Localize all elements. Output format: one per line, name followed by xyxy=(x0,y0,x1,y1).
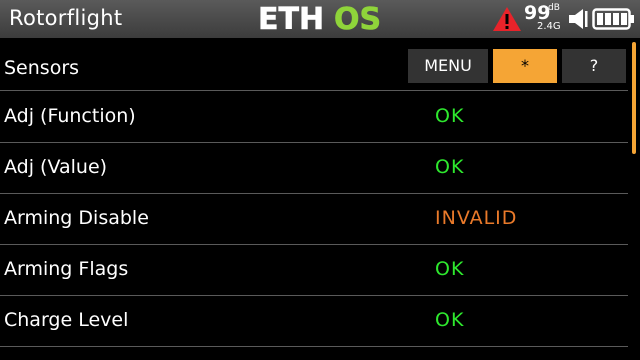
rssi-unit: dB xyxy=(548,3,560,13)
sensor-row[interactable]: Adj (Value) OK xyxy=(0,143,628,194)
battery-icon[interactable] xyxy=(592,7,636,31)
menu-button[interactable]: MENU xyxy=(408,49,488,83)
ethos-logo: ETH OS xyxy=(258,3,381,33)
sensor-row[interactable]: Charge Level OK xyxy=(0,296,628,347)
speaker-icon[interactable] xyxy=(566,7,592,31)
sensors-header-row: Sensors MENU * ? xyxy=(0,38,628,91)
top-bar: Rotorflight ETH OS 99 dB 2.4G xyxy=(0,0,640,38)
help-button[interactable]: ? xyxy=(562,49,626,83)
scrollbar[interactable] xyxy=(632,42,636,154)
sensor-label: Adj (Function) xyxy=(4,105,136,127)
sensor-label: Adj (Value) xyxy=(4,156,108,178)
warning-icon[interactable] xyxy=(492,6,522,32)
sensor-row[interactable]: Adj (Function) OK xyxy=(0,92,628,143)
rssi-band: 2.4G xyxy=(537,21,561,32)
sensor-label: Arming Disable xyxy=(4,207,149,229)
sensor-row[interactable]: Arming Flags OK xyxy=(0,245,628,296)
sensor-status: INVALID xyxy=(435,207,518,229)
sensor-status: OK xyxy=(435,156,465,178)
section-label: Sensors xyxy=(4,57,80,79)
logo-text-eth: ETH xyxy=(258,3,324,33)
sensor-label: Arming Flags xyxy=(4,258,129,280)
sensor-status: OK xyxy=(435,309,465,331)
sensor-status: OK xyxy=(435,105,465,127)
sensor-label: Charge Level xyxy=(4,309,129,331)
logo-text-os: OS xyxy=(334,3,381,33)
app-title: Rotorflight xyxy=(9,6,123,30)
star-button[interactable]: * xyxy=(493,49,557,83)
sensor-row[interactable]: Arming Disable INVALID xyxy=(0,194,628,245)
sensor-status: OK xyxy=(435,258,465,280)
